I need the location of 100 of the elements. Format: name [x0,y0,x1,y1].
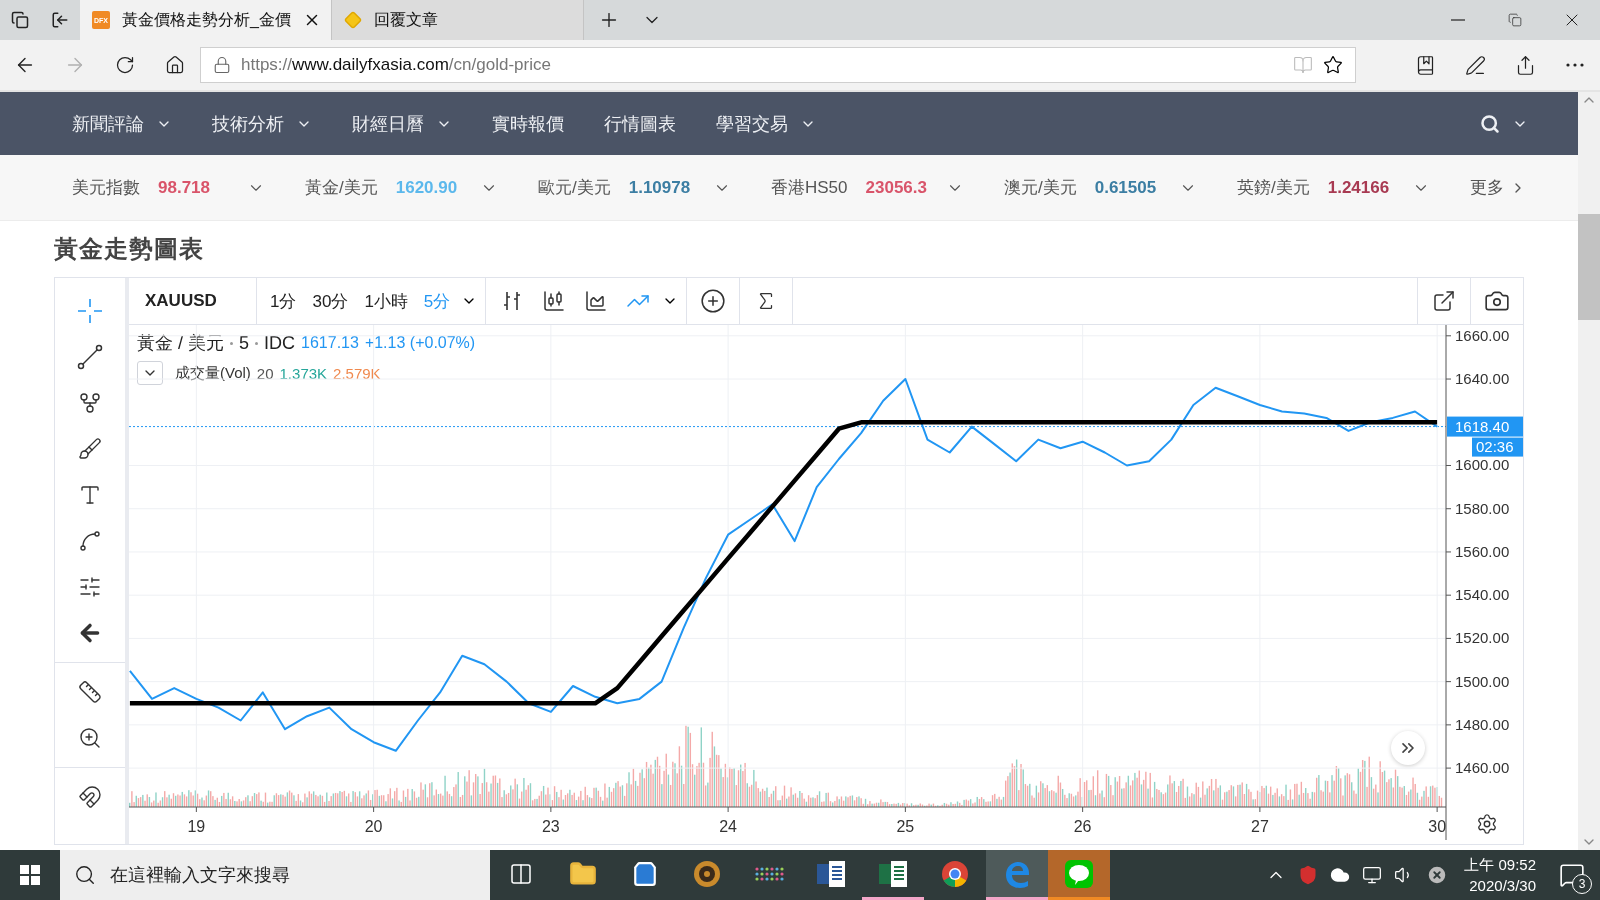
ellipsis-icon [1566,63,1584,67]
time-axis-label: 25 [896,818,915,835]
chat-app-icon [1064,858,1094,889]
source-label: IDC [264,332,296,354]
ticker-value: 98.718 [158,177,210,198]
windows-icon [11,11,29,29]
time-axis-label: 23 [541,818,560,835]
close-circle-icon[interactable] [1426,864,1449,886]
ticker-name: 英鎊/美元 [1237,177,1310,199]
ticker-name: 黃金/美元 [305,177,378,199]
lock-icon [213,56,231,74]
volume-value: 1.373K [279,364,328,382]
time-axis-label: 26 [1073,818,1092,835]
time-axis-label: 30 [1428,818,1447,835]
symbol-name: 黃金 / 美元 [137,332,224,355]
section-heading: 黃金走勢圖表 [54,234,205,264]
time-axis-label: 24 [719,818,737,835]
price-axis-label: 1480.00 [1455,715,1510,733]
more-link[interactable]: 更多 [1470,176,1526,199]
countdown-tag: 02:36 [1472,437,1523,457]
browser-tab[interactable]: 回覆文章 [332,0,584,40]
price-tag: 1618.40 [1447,416,1523,437]
network-icon[interactable] [1362,865,1383,885]
price-axis-label: 1520.00 [1455,629,1510,647]
home-icon [165,55,185,75]
browser-app-icon [941,859,969,888]
diamond-icon [344,11,362,29]
symbol-label: XAUUSD [144,291,217,311]
taskbar-clock[interactable]: 上午 09:52 2020/3/30 [1456,850,1544,900]
nav-item[interactable]: 財經日曆 [352,111,452,136]
taskbar-search-field[interactable]: 在這裡輸入文字來搜尋 [60,850,490,900]
nav-item[interactable]: 實時報價 [492,111,564,136]
settings-icon [1476,813,1498,835]
time-axis-label: 20 [364,818,383,835]
external-link-icon [1432,289,1456,313]
favorite-star-icon[interactable] [1323,55,1343,75]
scroll-to-latest-button[interactable] [1391,731,1425,765]
ticker-value: 0.61505 [1094,177,1157,198]
interval-button[interactable]: 1小時 [359,285,413,317]
brush-icon [78,437,102,461]
ruler-icon [78,680,102,704]
minimize-icon [1450,19,1465,21]
shopping-bag-icon [632,860,658,887]
price-axis-label: 1640.00 [1455,370,1510,388]
price-value: 1617.13 [301,334,359,352]
price-axis-label: 1580.00 [1455,499,1510,517]
arrow-into-box-icon [51,11,69,29]
refresh-icon [115,55,135,75]
collapse-button[interactable] [137,361,163,385]
magnet-icon [78,785,102,809]
search-icon [74,864,96,886]
spreadsheet-app-icon [879,860,907,887]
time-axis-label: 27 [1251,818,1269,835]
nav-item[interactable]: 學習交易 [716,111,816,136]
restore-icon [1507,13,1522,27]
edge-browser-icon [1003,859,1031,888]
volume-label: 成交量(Vol) [175,363,251,383]
price-axis-label: 1560.00 [1455,542,1510,560]
task-view-icon [509,861,533,886]
volume-average: 2.579K [333,364,381,382]
nav-item[interactable]: 行情圖表 [604,111,676,136]
nav-item[interactable]: 新聞評論 [72,111,172,136]
disc-icon [693,859,721,888]
price-axis-label: 1500.00 [1455,672,1510,690]
price-axis-label: 1540.00 [1455,586,1510,604]
nav-item[interactable]: 技術分析 [212,111,312,136]
ticker-value: 1.10978 [628,177,691,198]
volume-period: 20 [256,364,274,382]
ticker-name: 美元指數 [72,177,140,199]
windows-logo-icon [20,865,40,885]
price-change: +1.13 (+0.07%) [364,334,476,352]
folder-icon [569,859,597,888]
document-app-icon [817,860,845,887]
notification-count: 3 [1572,874,1592,894]
plus-circle-icon [700,288,727,314]
interval-button[interactable]: 30分 [307,285,354,317]
ticker-value: 23056.3 [865,177,927,198]
text-icon [78,483,102,507]
ticker-value: 1620.90 [395,177,458,198]
search-icon [1480,113,1500,134]
ticker-name: 澳元/美元 [1004,177,1077,199]
time-axis-label: 19 [187,818,206,835]
ticker-name: 香港HS50 [771,177,848,199]
price-axis-label: 1460.00 [1455,759,1510,777]
candlestick-icon [542,289,567,313]
trend-line-icon [77,344,103,370]
resolution-label: 5 [239,332,250,354]
pen-icon [1464,54,1486,76]
cloud-icon[interactable] [1330,865,1351,885]
scrollbar-thumb[interactable] [1578,214,1600,320]
notifications-button[interactable]: 3 [1544,850,1600,900]
interval-button[interactable]: 1分 [265,285,302,317]
price-axis-label: 1660.00 [1455,326,1510,344]
zoom-in-icon [78,726,102,750]
ticker-value: 1.24166 [1327,177,1390,198]
address-field[interactable]: https://www.dailyfxasia.com/cn/gold-price [200,47,1356,83]
area-chart-icon [584,289,609,313]
dots-icon [754,865,784,882]
crosshair-icon [77,298,103,324]
ticker-name: 歐元/美元 [538,177,611,199]
